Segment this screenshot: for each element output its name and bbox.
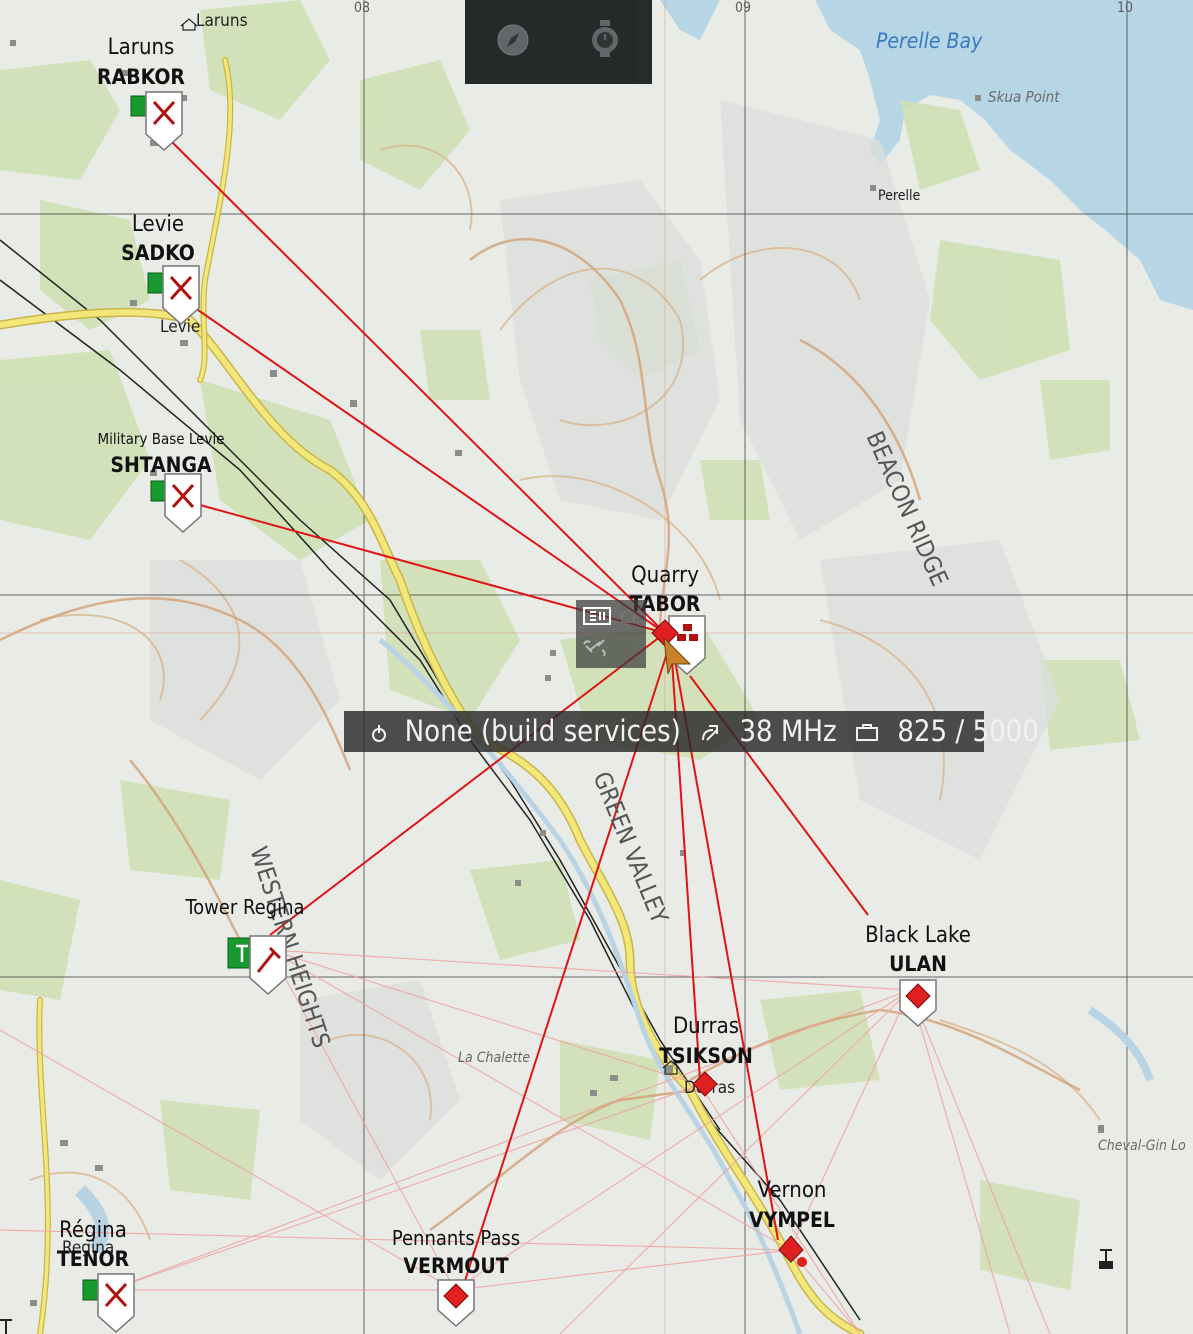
grid-label-09: 09	[735, 0, 751, 16]
stopwatch-icon	[592, 20, 618, 57]
base-place-label: Pennants Pass	[392, 1226, 520, 1250]
base-callsign-label: VYMPEL	[749, 1208, 835, 1232]
base-callsign-label: SADKO	[121, 241, 195, 265]
la-chalette-label: La Chalette	[458, 1050, 530, 1066]
base-place-label: Black Lake	[865, 923, 971, 948]
base-service-panel[interactable]	[576, 600, 646, 668]
base-place-label: Régina	[59, 1218, 127, 1243]
base-place-label: Military Base Levie	[97, 430, 224, 448]
compass-button[interactable]	[493, 18, 533, 58]
base-callsign-label: RABKOR	[97, 65, 185, 89]
base-place-label: Levie	[132, 212, 184, 237]
grid-label-08: 08	[354, 0, 370, 16]
antenna-icon	[362, 711, 396, 752]
skua-point-label: Skua Point	[988, 88, 1060, 106]
base-callsign-label: TSIKSON	[659, 1044, 753, 1068]
base-place-label: Vernon	[758, 1178, 827, 1203]
service-status-text: None (build services)	[404, 714, 681, 748]
build-services-icon	[583, 607, 611, 625]
base-callsign-label: TENOR	[57, 1247, 130, 1271]
radio-frequency-text: 38 MHz	[739, 714, 837, 748]
bell-icon	[621, 610, 635, 623]
perelle-town-label: Perelle	[878, 188, 920, 204]
cheval-gin-label: Cheval-Gin Lo	[1098, 1138, 1186, 1154]
map-toolbar	[465, 0, 652, 84]
compass-icon	[497, 24, 529, 56]
base-callsign-label: VERMOUT	[403, 1254, 508, 1278]
supply-icon	[845, 711, 889, 752]
base-place-label: Tower Regina	[184, 895, 304, 919]
base-info-bar: None (build services) 38 MHz 825 / 5000	[344, 711, 1039, 752]
radio-icon	[689, 711, 731, 752]
grid-label-10: 10	[1117, 0, 1133, 16]
wrench-icon	[583, 639, 606, 657]
base-place-label: Quarry	[631, 563, 699, 588]
laruns-town-label: Laruns	[196, 11, 248, 31]
base-place-label: Durras	[673, 1014, 739, 1039]
base-place-label: Laruns	[108, 35, 175, 60]
stopwatch-button[interactable]	[585, 18, 625, 58]
base-callsign-label: ULAN	[889, 952, 947, 976]
perelle-bay-label: Perelle Bay	[876, 29, 983, 53]
supply-count-text: 825 / 5000	[897, 714, 1039, 748]
